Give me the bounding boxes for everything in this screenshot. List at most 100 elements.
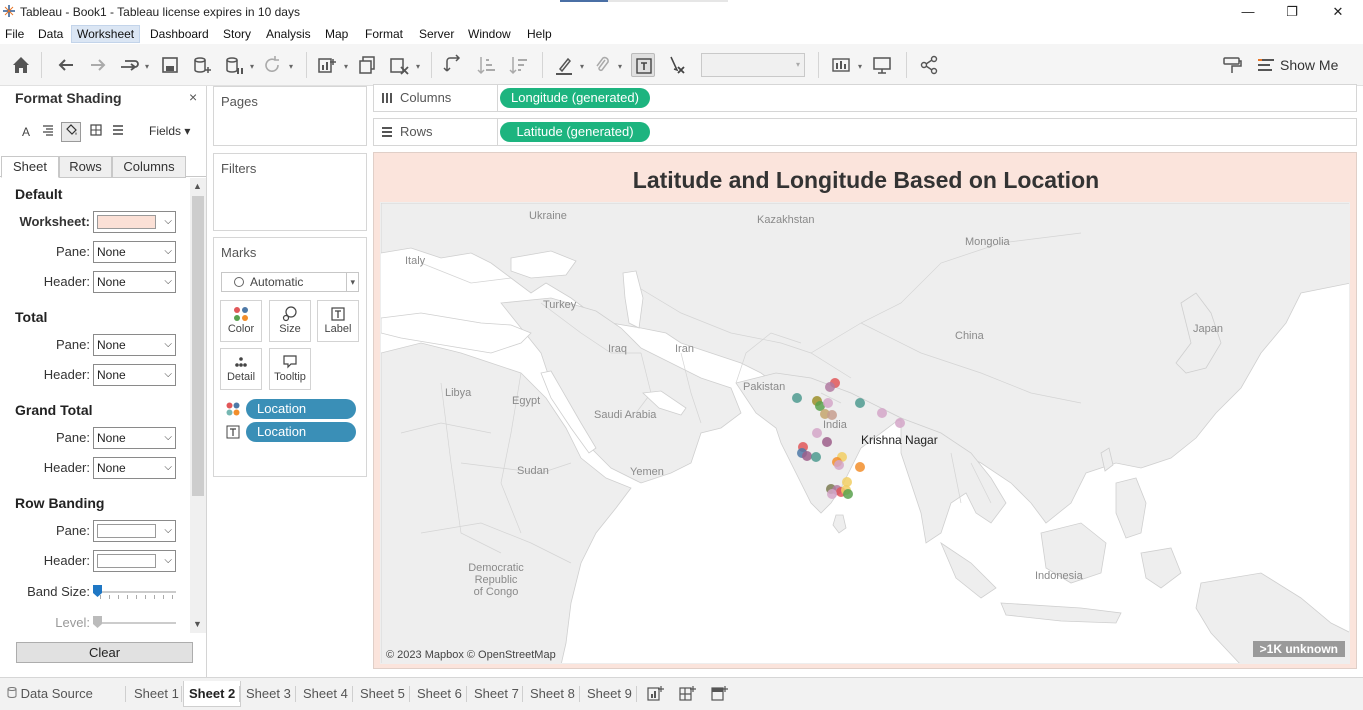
location-point[interactable] [811, 452, 821, 462]
tab-sheet[interactable]: Sheet [1, 156, 59, 178]
highlighted-city-label[interactable]: Krishna Nagar [861, 433, 938, 447]
location-point[interactable] [812, 428, 822, 438]
close-window-button[interactable]: ✕ [1318, 2, 1358, 22]
menu-map[interactable]: Map [320, 25, 353, 43]
alignment-format-icon[interactable] [38, 122, 58, 142]
detail-button[interactable]: Detail [220, 348, 262, 390]
sort-ascending-icon[interactable] [474, 53, 498, 77]
new-data-source-icon[interactable] [190, 53, 214, 77]
total-header-dropdown[interactable]: None ⌵ [93, 364, 176, 386]
fit-selector[interactable]: ▾ [701, 53, 805, 77]
undo-icon[interactable] [54, 53, 78, 77]
highlight-icon[interactable] [552, 53, 576, 77]
show-me-button[interactable]: Show Me [1280, 54, 1338, 76]
new-worksheet-tab-icon[interactable] [646, 685, 664, 703]
view-title[interactable]: Latitude and Longitude Based on Location [374, 167, 1358, 194]
location-point[interactable] [834, 460, 844, 470]
location-point[interactable] [825, 382, 835, 392]
restore-button[interactable]: ❐ [1272, 2, 1312, 22]
clear-button[interactable]: Clear [16, 642, 193, 663]
location-color-pill[interactable]: Location [246, 399, 356, 419]
location-point[interactable] [802, 451, 812, 461]
location-point[interactable] [823, 398, 833, 408]
menu-analysis[interactable]: Analysis [261, 25, 316, 43]
data-dropdown-icon[interactable]: ▾ [250, 62, 254, 71]
borders-format-icon[interactable] [86, 122, 106, 142]
tooltip-button[interactable]: Tooltip [269, 348, 311, 390]
location-point[interactable] [895, 418, 905, 428]
refresh-icon[interactable] [260, 53, 284, 77]
font-format-icon[interactable]: A [16, 122, 36, 142]
lines-format-icon[interactable] [108, 122, 128, 142]
scrollbar-thumb[interactable] [192, 196, 204, 496]
location-point[interactable] [843, 489, 853, 499]
menu-file[interactable]: File [0, 25, 29, 43]
new-worksheet-icon[interactable] [315, 53, 339, 77]
pause-auto-updates-icon[interactable] [222, 53, 246, 77]
tab-sheet-7[interactable]: Sheet 7 [469, 681, 524, 707]
duplicate-sheet-icon[interactable] [355, 53, 379, 77]
new-story-tab-icon[interactable] [710, 685, 728, 703]
menu-story[interactable]: Story [218, 25, 256, 43]
tab-sheet-9[interactable]: Sheet 9 [582, 681, 637, 707]
menu-server[interactable]: Server [414, 25, 459, 43]
location-point[interactable] [827, 410, 837, 420]
menu-data[interactable]: Data [33, 25, 68, 43]
group-members-icon[interactable] [590, 53, 614, 77]
filters-card[interactable]: Filters [213, 153, 367, 231]
label-button[interactable]: Label [317, 300, 359, 342]
format-painter-icon[interactable] [1220, 53, 1244, 77]
worksheet-color-dropdown[interactable]: ⌵ [93, 211, 176, 233]
tab-sheet-2[interactable]: Sheet 2 [183, 681, 242, 707]
rows-shelf[interactable]: Rows Latitude (generated) [373, 118, 1357, 146]
tab-sheet-5[interactable]: Sheet 5 [355, 681, 410, 707]
total-pane-dropdown[interactable]: None ⌵ [93, 334, 176, 356]
replay-dropdown-icon[interactable]: ▾ [145, 62, 149, 71]
home-icon[interactable] [9, 53, 33, 77]
show-cards-icon[interactable] [830, 53, 854, 77]
size-button[interactable]: Size [269, 300, 311, 342]
columns-shelf[interactable]: Columns Longitude (generated) [373, 84, 1357, 112]
mark-type-dropdown[interactable]: Automatic ▾ [221, 272, 359, 292]
band-size-slider[interactable] [93, 585, 102, 597]
share-icon[interactable] [917, 53, 941, 77]
map-attribution[interactable]: © 2023 Mapbox © OpenStreetMap [386, 649, 556, 661]
menu-help[interactable]: Help [522, 25, 557, 43]
location-label-pill[interactable]: Location [246, 422, 356, 442]
shading-format-icon[interactable] [61, 122, 81, 142]
clear-sheet-dropdown-icon[interactable]: ▾ [416, 62, 420, 71]
tab-sheet-6[interactable]: Sheet 6 [412, 681, 467, 707]
grand-total-pane-dropdown[interactable]: None ⌵ [93, 427, 176, 449]
highlight-dropdown-icon[interactable]: ▾ [580, 62, 584, 71]
clear-sheet-icon[interactable] [387, 53, 411, 77]
scroll-down-icon[interactable]: ▼ [193, 619, 202, 629]
fix-axes-icon[interactable] [664, 53, 688, 77]
location-point[interactable] [855, 398, 865, 408]
format-pane-scrollbar[interactable]: ▲ ▼ [190, 178, 206, 633]
minimize-button[interactable]: — [1228, 2, 1268, 22]
scroll-up-icon[interactable]: ▲ [193, 181, 202, 191]
tab-sheet-3[interactable]: Sheet 3 [241, 681, 296, 707]
color-button[interactable]: Color [220, 300, 262, 342]
menu-window[interactable]: Window [463, 25, 516, 43]
row-banding-header-dropdown[interactable]: ⌵ [93, 550, 176, 572]
location-point[interactable] [877, 408, 887, 418]
latitude-pill[interactable]: Latitude (generated) [500, 122, 650, 142]
tab-rows[interactable]: Rows [59, 156, 112, 178]
tab-sheet-4[interactable]: Sheet 4 [298, 681, 353, 707]
tab-columns[interactable]: Columns [112, 156, 186, 178]
show-me-icon[interactable] [1258, 58, 1274, 72]
new-worksheet-dropdown-icon[interactable]: ▾ [344, 62, 348, 71]
presentation-mode-icon[interactable] [870, 53, 894, 77]
map[interactable]: Ukraine Kazakhstan Mongolia Italy Turkey… [380, 202, 1350, 664]
menu-dashboard[interactable]: Dashboard [145, 25, 214, 43]
pages-card[interactable]: Pages [213, 86, 367, 146]
group-dropdown-icon[interactable]: ▾ [618, 62, 622, 71]
sort-descending-icon[interactable] [506, 53, 530, 77]
menu-worksheet[interactable]: Worksheet [71, 25, 141, 43]
grand-total-header-dropdown[interactable]: None ⌵ [93, 457, 176, 479]
show-cards-dropdown-icon[interactable]: ▾ [858, 62, 862, 71]
replay-icon[interactable] [117, 53, 141, 77]
swap-rows-columns-icon[interactable] [441, 53, 465, 77]
tab-sheet-1[interactable]: Sheet 1 [129, 681, 184, 707]
